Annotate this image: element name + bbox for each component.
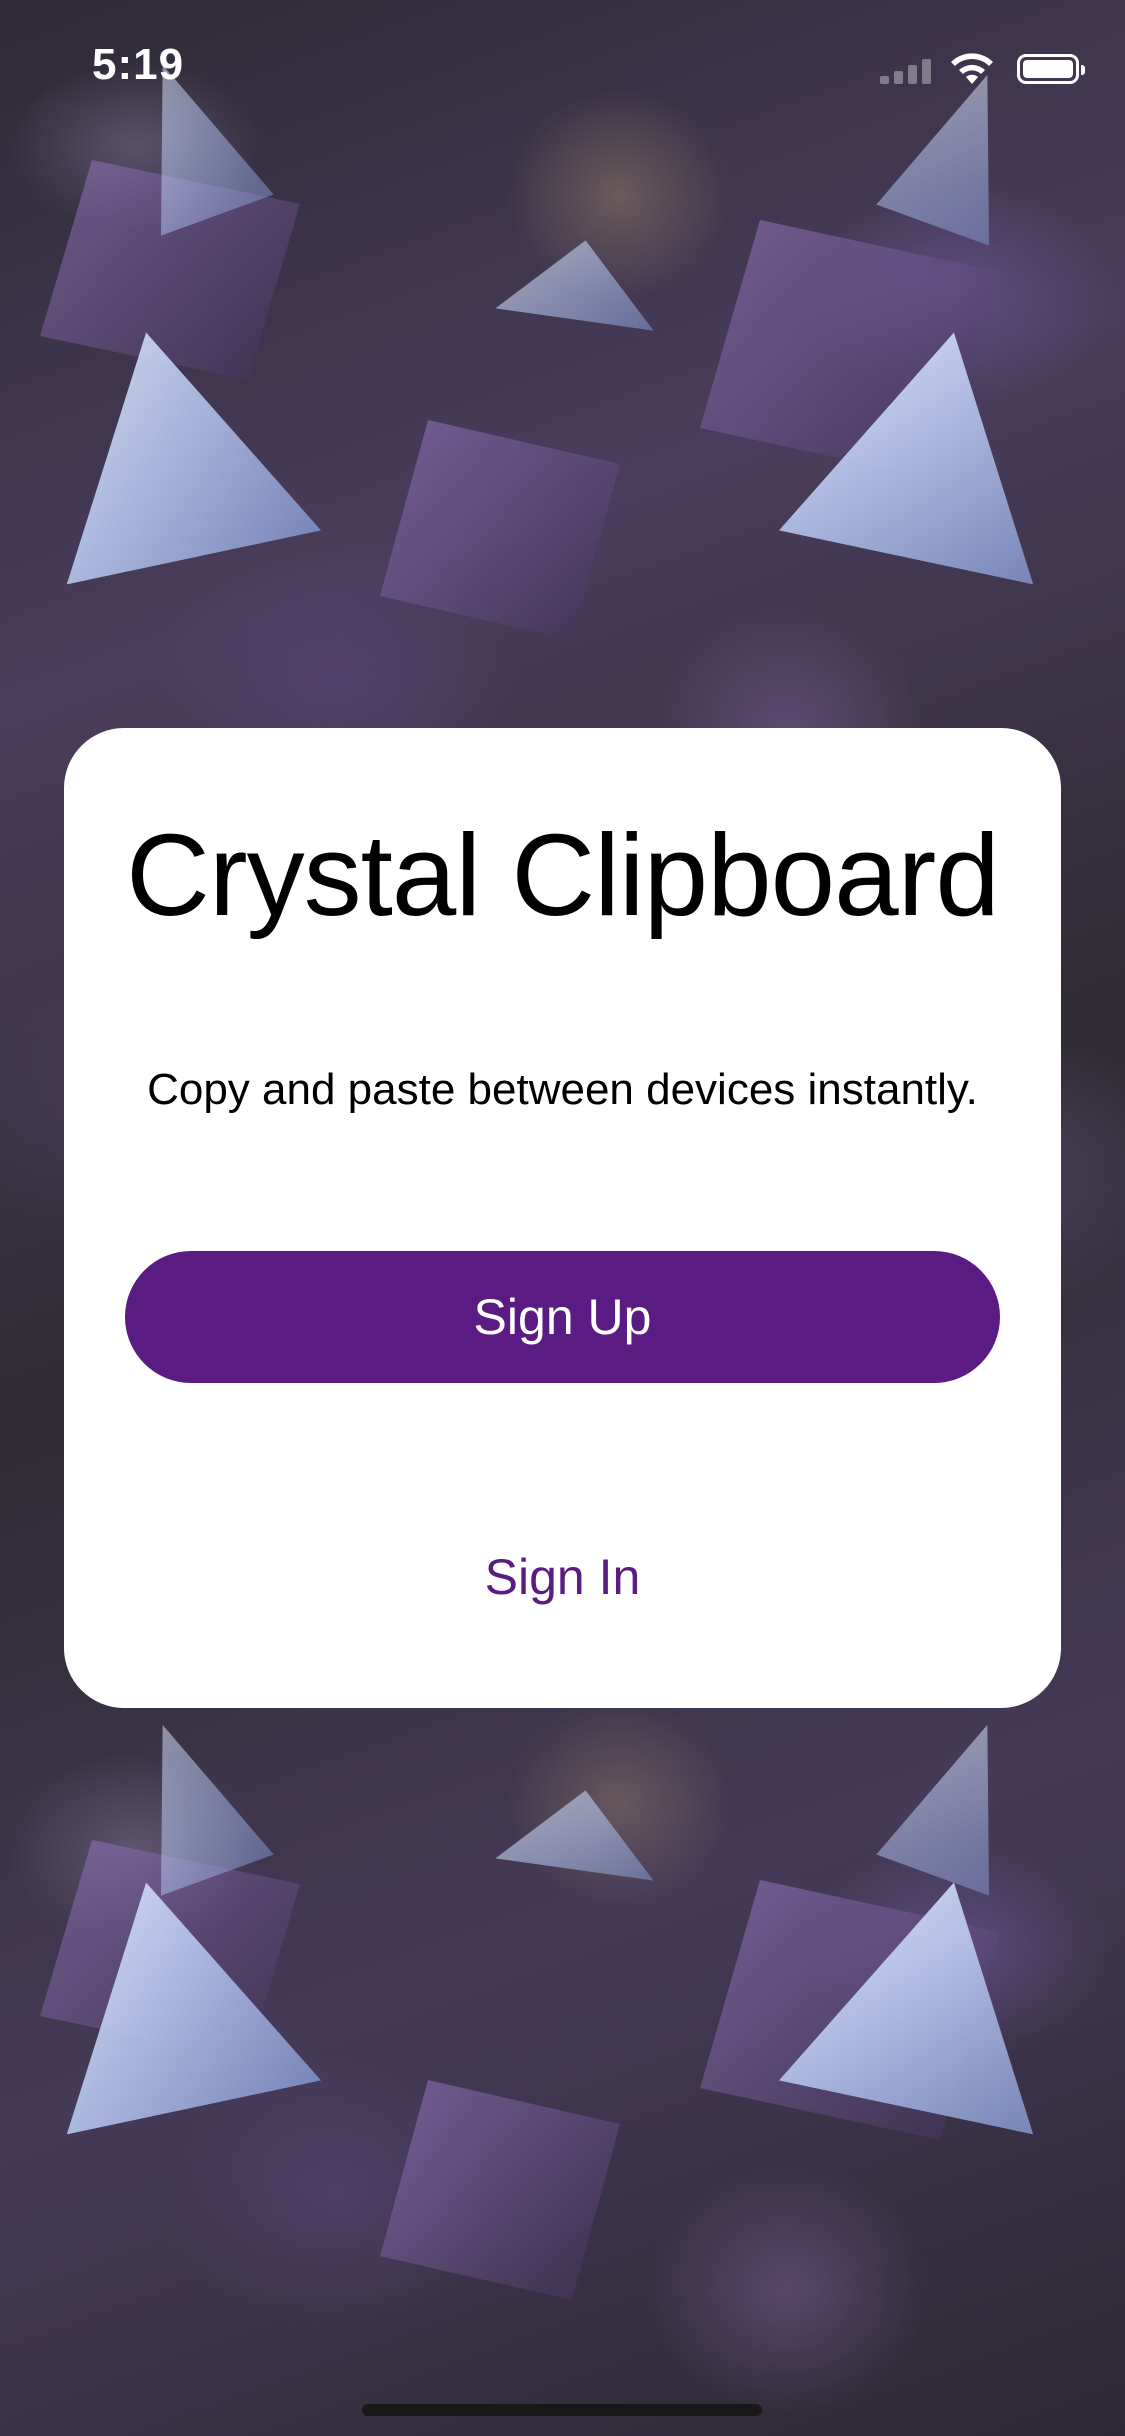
crystal-facet [380,2080,620,2300]
wifi-icon [951,53,993,84]
cellular-signal-icon [880,56,940,84]
crystal-shard [495,229,665,330]
battery-icon [1017,54,1085,84]
battery-level [1023,60,1073,78]
crystal-shard [495,1779,665,1880]
crystal-shard [876,1704,1043,1895]
home-indicator[interactable] [362,2404,762,2416]
sign-in-button[interactable]: Sign In [64,1548,1061,1606]
status-bar: 5:19 [0,0,1125,140]
crystal-facet [380,420,620,640]
status-time: 5:19 [92,40,185,89]
app-title: Crystal Clipboard [126,810,1000,940]
app-tagline: Copy and paste between devices instantly… [147,1065,978,1114]
welcome-card: Crystal Clipboard Copy and paste between… [64,728,1061,1708]
sign-up-button[interactable]: Sign Up [125,1251,1000,1383]
